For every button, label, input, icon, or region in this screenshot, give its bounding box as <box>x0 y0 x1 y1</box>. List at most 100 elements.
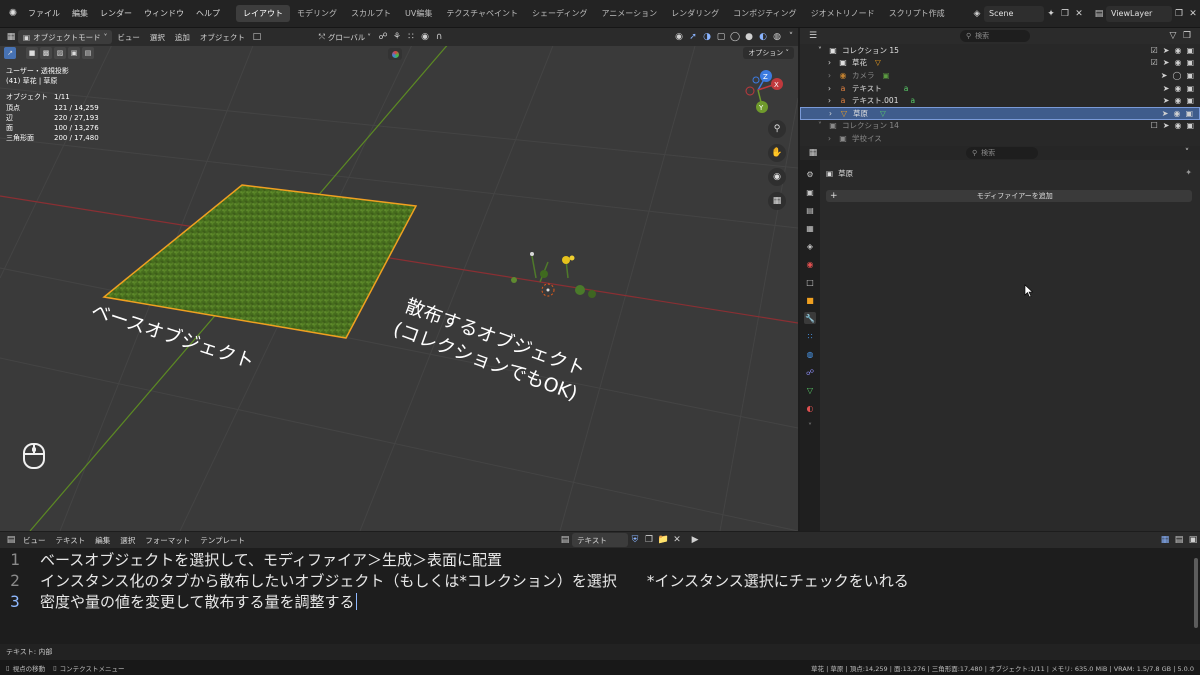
eye-closed-icon[interactable]: ◯ <box>1172 71 1181 80</box>
pin-icon[interactable]: ✦ <box>1044 7 1058 21</box>
eye-icon[interactable]: ◉ <box>1174 84 1181 93</box>
constraints-tab-icon[interactable]: ☍ <box>804 366 816 378</box>
render-camera-icon[interactable]: ▣ <box>1186 96 1194 105</box>
editor-type-icon[interactable]: ▦ <box>4 30 18 44</box>
outliner-row[interactable]: › ▣ 草花 ▽ ☑ ➤ ◉ ▣ <box>800 57 1200 70</box>
chevron-down-icon[interactable]: ˅ <box>818 121 828 130</box>
tab-uv-editing[interactable]: UV編集 <box>398 5 439 22</box>
outliner-row[interactable]: › ◉ カメラ ▣ ➤ ◯ ▣ <box>800 69 1200 82</box>
overlay-toggle-icon[interactable]: ◑ <box>700 30 714 44</box>
select-arrow-icon[interactable]: ➤ <box>1163 121 1170 130</box>
text-line[interactable]: 1 ベースオブジェクトを選択して、モディファイア＞生成＞表面に配置 <box>0 549 1190 570</box>
new-collection-icon[interactable]: ❐ <box>1180 29 1194 43</box>
eye-icon[interactable]: ◉ <box>1173 109 1180 118</box>
tab-compositing[interactable]: コンポジティング <box>726 5 804 22</box>
select-mode-intersect-icon[interactable]: ▤ <box>82 47 94 59</box>
checkbox-icon[interactable]: ☑ <box>1151 58 1158 67</box>
add-modifier-button[interactable]: + モディファイアーを追加 <box>826 190 1192 202</box>
select-mode-difference-icon[interactable]: ▣ <box>68 47 80 59</box>
duplicate-icon[interactable]: ❐ <box>642 533 656 547</box>
select-box-tool-icon[interactable]: ↗ <box>4 47 16 59</box>
output-tab-icon[interactable]: ▤ <box>804 204 816 216</box>
shading-options-icon[interactable]: ˅ <box>784 30 798 44</box>
select-arrow-icon[interactable]: ➤ <box>1163 96 1170 105</box>
tab-scripting[interactable]: スクリプト作成 <box>882 5 952 22</box>
object-color-icon[interactable] <box>388 48 402 60</box>
tab-sculpt[interactable]: スカルプト <box>344 5 398 22</box>
particles-tab-icon[interactable]: ∷ <box>804 330 816 342</box>
outliner-row[interactable]: › ▣ 学校イス <box>800 132 1200 145</box>
close-view-layer-icon[interactable]: ✕ <box>1186 7 1200 21</box>
data-tab-icon[interactable]: ▽ <box>804 384 816 396</box>
zoom-icon[interactable]: ⚲ <box>768 120 786 138</box>
mode-selector[interactable]: ▣ オブジェクトモード ˅ <box>18 30 113 44</box>
select-arrow-icon[interactable]: ➤ <box>1162 109 1169 118</box>
navigation-gizmo[interactable]: Z X Y <box>745 70 783 113</box>
chevron-down-icon[interactable]: ˅ <box>804 420 816 432</box>
render-camera-icon[interactable]: ▣ <box>1186 46 1194 55</box>
outliner-row[interactable]: ˅ ▣ コレクション 14 ☐ ➤ ◉ ▣ <box>800 120 1200 133</box>
te-menu-select[interactable]: 選択 <box>115 533 140 547</box>
text-editor-scrollbar[interactable] <box>1194 558 1198 628</box>
outliner-row-selected[interactable]: › ▽ 草原 ▽ ➤ ◉ ▣ <box>800 106 1200 120</box>
te-menu-view[interactable]: ビュー <box>18 533 51 547</box>
eye-icon[interactable]: ◉ <box>1174 121 1181 130</box>
scene-tab-icon[interactable]: ◈ <box>804 240 816 252</box>
chevron-right-icon[interactable]: › <box>828 84 838 93</box>
te-menu-format[interactable]: フォーマット <box>140 533 195 547</box>
syntax-toggle-icon[interactable]: ▣ <box>1186 533 1200 547</box>
chevron-down-icon[interactable]: ˅ <box>1180 146 1194 160</box>
new-scene-icon[interactable]: ❐ <box>1058 7 1072 21</box>
select-arrow-icon[interactable]: ➤ <box>1163 46 1170 55</box>
render-camera-icon[interactable]: ▣ <box>1186 58 1194 67</box>
text-datablock-icon[interactable]: ▤ <box>558 533 572 547</box>
chevron-right-icon[interactable]: › <box>829 109 839 118</box>
filter-icon[interactable]: ▽ <box>1166 29 1180 43</box>
close-icon[interactable]: ✕ <box>670 533 684 547</box>
view-layer-icon[interactable]: ▤ <box>1092 7 1106 21</box>
render-camera-icon[interactable]: ▣ <box>1185 109 1193 118</box>
pin-icon[interactable]: ✦ <box>1185 168 1192 177</box>
outliner-row[interactable]: › a テキスト a ➤ ◉ ▣ <box>800 82 1200 95</box>
render-tab-icon[interactable]: ▣ <box>804 186 816 198</box>
open-folder-icon[interactable]: 📁 <box>656 533 670 547</box>
text-line-current[interactable]: 3 密度や量の値を変更して散布する量を調整する <box>0 591 1190 612</box>
properties-search-input[interactable]: ⚲ 検索 <box>966 147 1038 159</box>
view-layer-tab-icon[interactable]: ▦ <box>804 222 816 234</box>
orientation-selector[interactable]: ⤲ グローバル ˅ <box>314 30 376 44</box>
tab-rendering[interactable]: レンダリング <box>664 5 726 22</box>
object-tab-icon[interactable]: ■ <box>804 294 816 306</box>
menu-edit[interactable]: 編集 <box>66 8 94 19</box>
perspective-grid-icon[interactable]: ▦ <box>768 192 786 210</box>
checkbox-icon[interactable]: ☑ <box>1151 46 1158 55</box>
shading-solid-icon[interactable]: ● <box>742 30 756 44</box>
visibility-icon[interactable]: ◉ <box>672 30 686 44</box>
tab-geometry-nodes[interactable]: ジオメトリノード <box>804 5 882 22</box>
shading-material-icon[interactable]: ◐ <box>756 30 770 44</box>
tab-modeling[interactable]: モデリング <box>290 5 344 22</box>
chevron-right-icon[interactable]: › <box>828 71 838 80</box>
menu-object[interactable]: オブジェクト <box>195 30 250 44</box>
eye-icon[interactable]: ◉ <box>1174 58 1181 67</box>
pivot-icon[interactable]: ☍ <box>376 30 390 44</box>
run-script-icon[interactable]: ▶ <box>688 533 702 547</box>
outliner-row[interactable]: › a テキスト.001 a ➤ ◉ ▣ <box>800 94 1200 107</box>
outliner-search-input[interactable]: ⚲ 検索 <box>960 30 1030 42</box>
close-icon[interactable]: ✕ <box>1072 7 1086 21</box>
outliner-editor-icon[interactable]: ☰ <box>806 29 820 43</box>
tab-shading[interactable]: シェーディング <box>525 5 594 22</box>
snap-icon[interactable]: ⚘ <box>390 30 404 44</box>
world-tab-icon[interactable]: ◉ <box>804 258 816 270</box>
3d-viewport[interactable]: ベースオブジェクト 散布するオブジェクト (コレクションでもOK) Z X Y … <box>0 28 798 531</box>
scatter-plants[interactable] <box>511 252 596 298</box>
select-arrow-icon[interactable]: ➤ <box>1161 71 1168 80</box>
material-tab-icon[interactable]: ◐ <box>804 402 816 414</box>
text-datablock-selector[interactable]: テキスト <box>572 533 629 547</box>
menu-render[interactable]: レンダー <box>94 8 138 19</box>
proportional-edit-icon[interactable]: ◉ <box>418 30 432 44</box>
collection-tab-icon[interactable]: □ <box>804 276 816 288</box>
scene-icon[interactable]: ◈ <box>970 7 984 21</box>
render-camera-icon[interactable]: ▣ <box>1186 71 1194 80</box>
eye-icon[interactable]: ◉ <box>1174 46 1181 55</box>
gizmo-toggle-icon[interactable]: ➚ <box>686 30 700 44</box>
